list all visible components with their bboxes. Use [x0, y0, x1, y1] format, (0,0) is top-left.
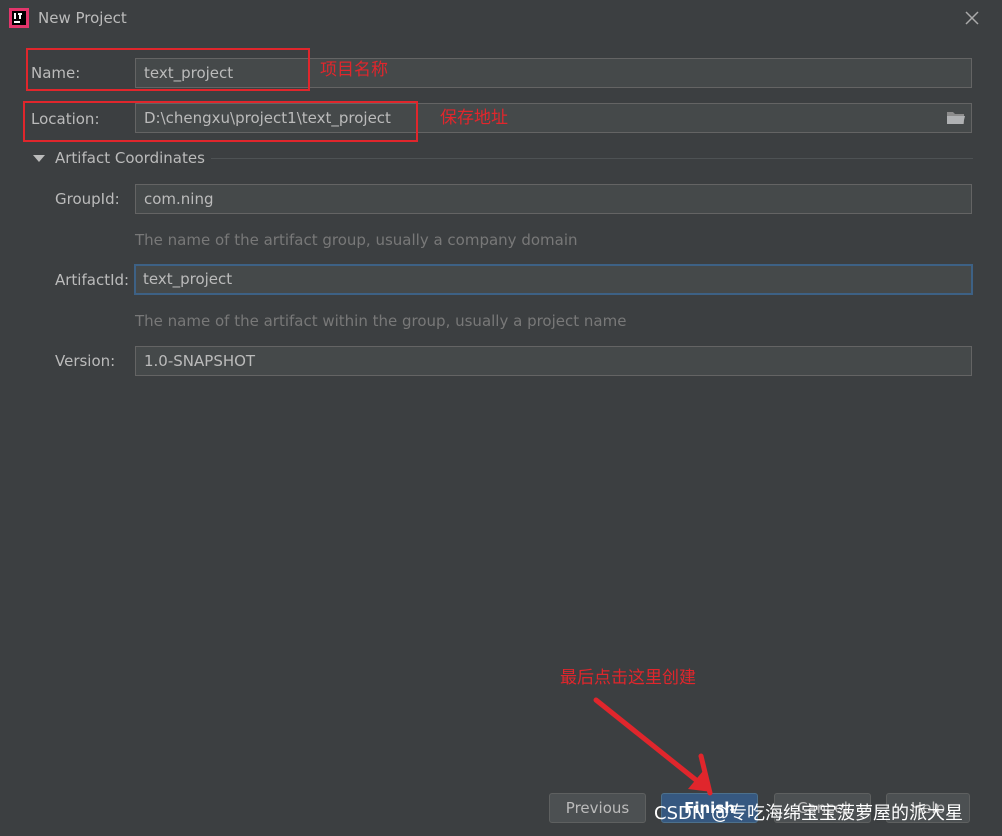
artifactid-hint: The name of the artifact within the grou… — [135, 312, 627, 330]
groupid-input[interactable]: com.ning — [135, 184, 972, 214]
watermark: CSDN @专吃海绵宝宝菠萝屋的派大星 — [654, 803, 964, 824]
section-divider — [211, 158, 973, 159]
title-bar: New Project — [0, 0, 1002, 36]
folder-icon[interactable] — [946, 110, 966, 126]
previous-button[interactable]: Previous — [549, 793, 646, 823]
version-input[interactable]: 1.0-SNAPSHOT — [135, 346, 972, 376]
artifactid-label: ArtifactId: — [55, 271, 130, 289]
section-title: Artifact Coordinates — [55, 149, 205, 167]
location-highlight-box — [23, 101, 418, 142]
groupid-label: GroupId: — [55, 190, 120, 208]
location-annotation: 保存地址 — [440, 108, 508, 128]
name-highlight-box — [26, 48, 310, 91]
window-title: New Project — [38, 9, 127, 27]
groupid-hint: The name of the artifact group, usually … — [135, 231, 578, 249]
name-annotation: 项目名称 — [320, 60, 388, 80]
artifact-coordinates-toggle[interactable]: Artifact Coordinates — [33, 148, 973, 170]
artifactid-input[interactable]: text_project — [134, 264, 973, 295]
intellij-logo-icon — [9, 8, 29, 28]
triangle-down-icon — [33, 155, 45, 162]
finish-annotation: 最后点击这里创建 — [560, 668, 696, 688]
version-label: Version: — [55, 352, 116, 370]
close-icon[interactable] — [962, 8, 982, 28]
